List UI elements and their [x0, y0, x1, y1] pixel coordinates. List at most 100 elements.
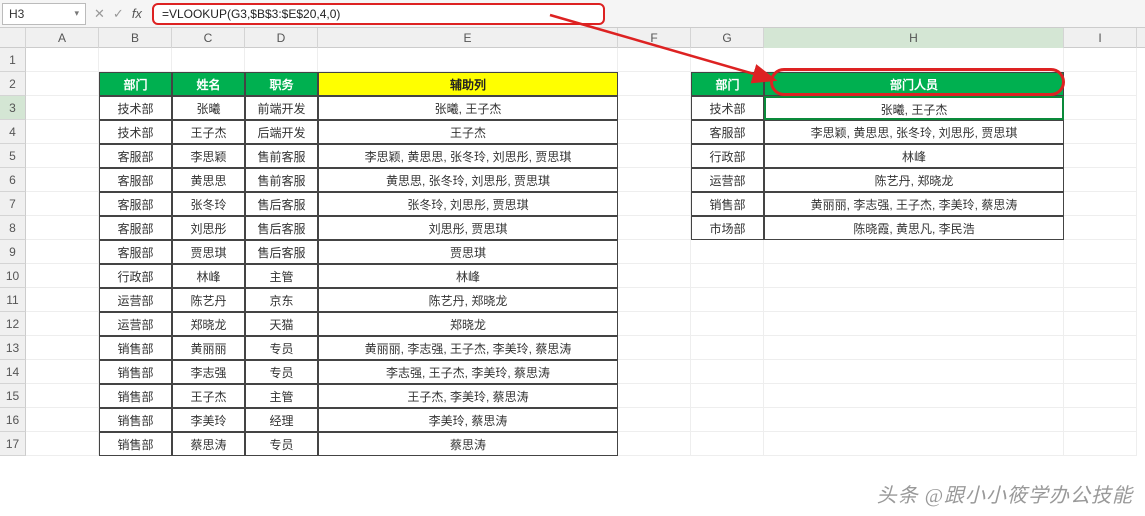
fx-icon[interactable]: fx	[132, 6, 142, 21]
col-header[interactable]: C	[172, 28, 245, 48]
col-header[interactable]: H	[764, 28, 1064, 48]
cell-f[interactable]	[618, 216, 691, 240]
row-header[interactable]: 14	[0, 360, 26, 384]
cell[interactable]	[764, 312, 1064, 336]
cell-dept[interactable]: 客服部	[99, 216, 172, 240]
cell[interactable]	[691, 48, 764, 72]
cell-right-dept[interactable]: 市场部	[691, 216, 764, 240]
cell-right-people[interactable]: 李思颖, 黄思思, 张冬玲, 刘思彤, 贾思琪	[764, 120, 1064, 144]
cell-i[interactable]	[1064, 360, 1137, 384]
cell-role[interactable]: 主管	[245, 384, 318, 408]
cell[interactable]	[172, 48, 245, 72]
cell[interactable]	[691, 360, 764, 384]
cell-a[interactable]	[26, 432, 99, 456]
row-header[interactable]: 11	[0, 288, 26, 312]
cell-aux[interactable]: 刘思彤, 贾思琪	[318, 216, 618, 240]
cell-a[interactable]	[26, 72, 99, 96]
cell[interactable]	[764, 336, 1064, 360]
cell-aux[interactable]: 李美玲, 蔡思涛	[318, 408, 618, 432]
row-header[interactable]: 13	[0, 336, 26, 360]
column-headers[interactable]: ABCDEFGHI	[0, 28, 1145, 48]
cell-i[interactable]	[1064, 48, 1137, 72]
cell-right-dept[interactable]: 销售部	[691, 192, 764, 216]
cell-a[interactable]	[26, 96, 99, 120]
cell-right-people[interactable]: 黄丽丽, 李志强, 王子杰, 李美玲, 蔡思涛	[764, 192, 1064, 216]
cell-a[interactable]	[26, 408, 99, 432]
cell-role[interactable]: 售前客服	[245, 168, 318, 192]
cell-name[interactable]: 张冬玲	[172, 192, 245, 216]
cell-role[interactable]: 天猫	[245, 312, 318, 336]
cell-a[interactable]	[26, 240, 99, 264]
cell-role[interactable]: 专员	[245, 432, 318, 456]
cell-right-dept[interactable]: 客服部	[691, 120, 764, 144]
cell[interactable]	[764, 384, 1064, 408]
cell-name[interactable]: 郑晓龙	[172, 312, 245, 336]
cell-a[interactable]	[26, 264, 99, 288]
cell-role[interactable]: 专员	[245, 336, 318, 360]
cell-role[interactable]: 京东	[245, 288, 318, 312]
cell-f[interactable]	[618, 96, 691, 120]
cell-aux[interactable]: 黄思思, 张冬玲, 刘思彤, 贾思琪	[318, 168, 618, 192]
cell-i[interactable]	[1064, 336, 1137, 360]
cell-aux[interactable]: 张曦, 王子杰	[318, 96, 618, 120]
cell-a[interactable]	[26, 288, 99, 312]
cell-right-people[interactable]: 陈艺丹, 郑晓龙	[764, 168, 1064, 192]
cell-aux[interactable]: 王子杰	[318, 120, 618, 144]
cell-aux[interactable]: 贾思琪	[318, 240, 618, 264]
cell-aux[interactable]: 李志强, 王子杰, 李美玲, 蔡思涛	[318, 360, 618, 384]
col-header[interactable]	[0, 28, 26, 48]
cell-dept[interactable]: 运营部	[99, 312, 172, 336]
cell-f[interactable]	[618, 144, 691, 168]
cell[interactable]	[764, 432, 1064, 456]
col-header[interactable]: G	[691, 28, 764, 48]
cell[interactable]	[691, 336, 764, 360]
cell-f[interactable]	[618, 384, 691, 408]
cell-f[interactable]	[618, 120, 691, 144]
col-header[interactable]: A	[26, 28, 99, 48]
cell-i[interactable]	[1064, 72, 1137, 96]
cell-f[interactable]	[618, 72, 691, 96]
cell-name[interactable]: 蔡思涛	[172, 432, 245, 456]
cell-dept[interactable]: 销售部	[99, 336, 172, 360]
cell[interactable]	[764, 360, 1064, 384]
cell[interactable]	[764, 48, 1064, 72]
cancel-icon[interactable]: ✕	[94, 6, 105, 22]
cell-f[interactable]	[618, 360, 691, 384]
cell-right-people[interactable]: 陈晓霞, 黄思凡, 李民浩	[764, 216, 1064, 240]
name-box[interactable]: H3 ▾	[2, 3, 86, 25]
cell-f[interactable]	[618, 408, 691, 432]
row-header[interactable]: 2	[0, 72, 26, 96]
cell-dept[interactable]: 客服部	[99, 168, 172, 192]
cell[interactable]	[764, 240, 1064, 264]
cell[interactable]	[691, 384, 764, 408]
cell-i[interactable]	[1064, 432, 1137, 456]
cell-i[interactable]	[1064, 312, 1137, 336]
cell-dept[interactable]: 行政部	[99, 264, 172, 288]
col-header[interactable]: B	[99, 28, 172, 48]
cell-name[interactable]: 李思颖	[172, 144, 245, 168]
cell[interactable]	[764, 408, 1064, 432]
cell-a[interactable]	[26, 360, 99, 384]
cell[interactable]	[691, 240, 764, 264]
cell-name[interactable]: 林峰	[172, 264, 245, 288]
cell-f[interactable]	[618, 240, 691, 264]
cell[interactable]	[99, 48, 172, 72]
row-header[interactable]: 1	[0, 48, 26, 72]
cell-right-people[interactable]: 张曦, 王子杰	[764, 96, 1064, 120]
col-header[interactable]: E	[318, 28, 618, 48]
cell-f[interactable]	[618, 264, 691, 288]
cell-aux[interactable]: 王子杰, 李美玲, 蔡思涛	[318, 384, 618, 408]
cell-role[interactable]: 经理	[245, 408, 318, 432]
cell-dept[interactable]: 销售部	[99, 384, 172, 408]
cell[interactable]	[691, 312, 764, 336]
cell-aux[interactable]: 李思颖, 黄思思, 张冬玲, 刘思彤, 贾思琪	[318, 144, 618, 168]
cell-f[interactable]	[618, 192, 691, 216]
row-header[interactable]: 4	[0, 120, 26, 144]
cell-role[interactable]: 专员	[245, 360, 318, 384]
cell[interactable]	[691, 288, 764, 312]
cell-dept[interactable]: 销售部	[99, 432, 172, 456]
cell-right-dept[interactable]: 行政部	[691, 144, 764, 168]
cell-i[interactable]	[1064, 168, 1137, 192]
cell-role[interactable]: 售后客服	[245, 192, 318, 216]
cell-f[interactable]	[618, 312, 691, 336]
